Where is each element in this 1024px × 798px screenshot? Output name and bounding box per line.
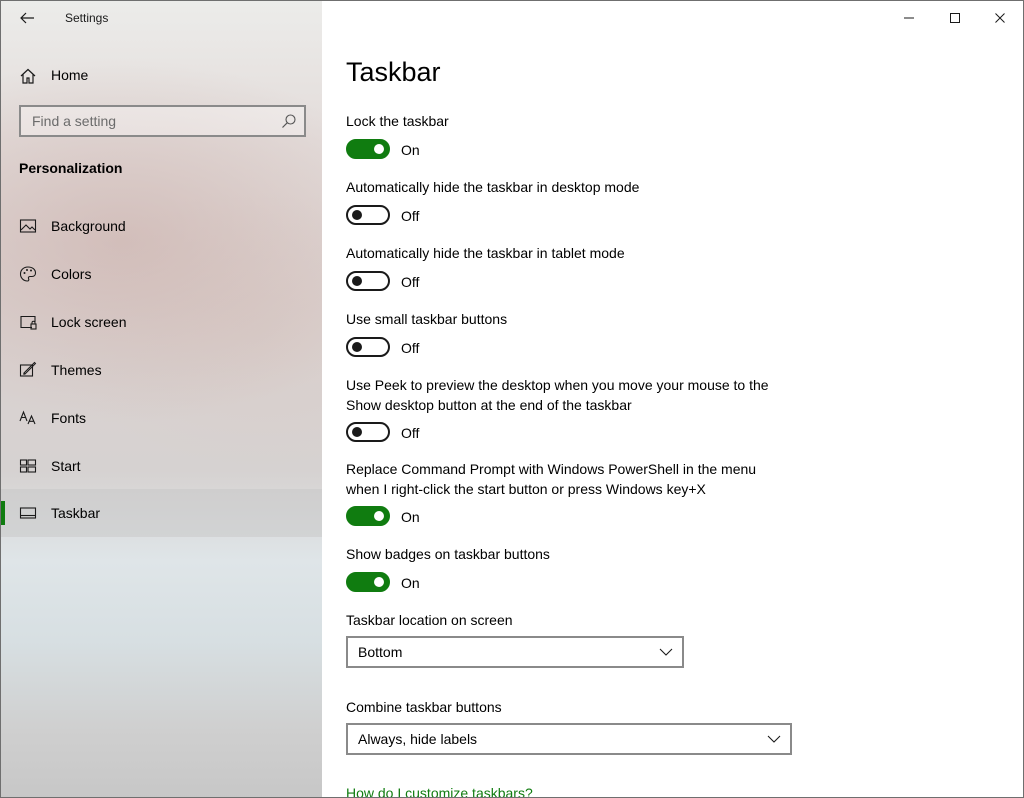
autohide-desktop-toggle[interactable]	[346, 205, 390, 225]
sidebar-item-taskbar[interactable]: Taskbar	[1, 489, 322, 537]
fonts-icon	[19, 410, 36, 425]
badges-toggle[interactable]	[346, 572, 390, 592]
sidebar-item-label: Lock screen	[51, 314, 127, 330]
toggle-knob	[374, 577, 384, 587]
toggle-state-text: Off	[401, 340, 420, 356]
selection-indicator	[1, 501, 5, 525]
close-button[interactable]	[977, 1, 1023, 35]
toggle-state-text: Off	[401, 274, 420, 290]
select-value: Bottom	[358, 644, 403, 660]
small-buttons-toggle[interactable]	[346, 337, 390, 357]
toggle-state-text: Off	[401, 208, 420, 224]
themes-icon	[19, 361, 37, 377]
toggle-state-text: Off	[401, 425, 420, 441]
sidebar-item-label: Themes	[51, 362, 102, 378]
lock-taskbar-toggle[interactable]	[346, 139, 390, 159]
title-bar-left: Settings	[1, 1, 322, 35]
close-icon	[995, 13, 1005, 23]
sidebar-item-label: Start	[51, 458, 81, 474]
back-button[interactable]	[15, 7, 39, 29]
toggle-state-text: On	[401, 509, 420, 525]
sidebar-item-colors[interactable]: Colors	[1, 250, 322, 298]
sidebar-item-lock-screen[interactable]: Lock screen	[1, 298, 322, 346]
maximize-button[interactable]	[932, 1, 978, 35]
taskbar-icon	[19, 507, 37, 519]
select-value: Always, hide labels	[358, 731, 478, 747]
toggle-state-text: On	[401, 575, 420, 591]
page-title: Taskbar	[346, 57, 441, 87]
combine-buttons-select[interactable]: Always, hide labels	[346, 723, 792, 755]
start-icon	[19, 459, 37, 473]
toggle-knob	[352, 210, 362, 220]
chevron-down-icon	[767, 735, 781, 743]
sidebar-item-themes[interactable]: Themes	[1, 346, 322, 394]
toggle-knob	[374, 511, 384, 521]
autohide-tablet-toggle[interactable]	[346, 271, 390, 291]
search-icon[interactable]	[281, 113, 297, 129]
setting-label-lock-taskbar: Lock the taskbar	[346, 113, 449, 129]
minimize-button[interactable]	[886, 1, 932, 35]
toggle-knob	[352, 276, 362, 286]
setting-label-combine: Combine taskbar buttons	[346, 699, 502, 715]
toggle-knob	[352, 427, 362, 437]
powershell-toggle[interactable]	[346, 506, 390, 526]
toggle-knob	[374, 144, 384, 154]
setting-label-small-buttons: Use small taskbar buttons	[346, 311, 508, 327]
help-link[interactable]: How do I customize taskbars?	[346, 785, 533, 797]
section-header: Personalization	[19, 160, 123, 176]
minimize-icon	[904, 17, 914, 19]
sidebar-item-home[interactable]: Home	[1, 59, 322, 91]
lock-screen-icon	[20, 315, 37, 330]
home-icon	[20, 68, 36, 84]
sidebar-item-label: Home	[51, 67, 89, 83]
palette-icon	[19, 266, 37, 282]
settings-window: Settings Home Personalization Background	[0, 0, 1024, 798]
taskbar-location-select[interactable]: Bottom	[346, 636, 684, 668]
sidebar: Settings Home Personalization Background	[1, 1, 322, 797]
sidebar-item-start[interactable]: Start	[1, 442, 322, 490]
peek-toggle[interactable]	[346, 422, 390, 442]
toggle-knob	[352, 342, 362, 352]
picture-icon	[19, 219, 37, 233]
sidebar-item-label: Colors	[51, 266, 92, 282]
chevron-down-icon	[659, 648, 673, 656]
sidebar-item-label: Taskbar	[51, 505, 101, 521]
search-input[interactable]	[21, 107, 271, 135]
setting-label-powershell: Replace Command Prompt with Windows Powe…	[346, 461, 757, 497]
setting-label-autohide-desktop: Automatically hide the taskbar in deskto…	[346, 179, 640, 195]
sidebar-item-background[interactable]: Background	[1, 202, 322, 250]
setting-label-badges: Show badges on taskbar buttons	[346, 546, 550, 562]
back-arrow-icon	[20, 12, 34, 24]
setting-label-location: Taskbar location on screen	[346, 612, 513, 628]
sidebar-item-label: Fonts	[51, 410, 87, 426]
maximize-icon	[950, 13, 960, 23]
sidebar-item-fonts[interactable]: Fonts	[1, 394, 322, 442]
app-title: Settings	[65, 11, 109, 25]
main-content: Taskbar Lock the taskbar On Automaticall…	[322, 1, 1023, 797]
setting-label-autohide-tablet: Automatically hide the taskbar in tablet…	[346, 245, 625, 261]
search-box[interactable]	[19, 105, 306, 137]
setting-label-peek: Use Peek to preview the desktop when you…	[346, 377, 769, 413]
sidebar-item-label: Background	[51, 218, 126, 234]
toggle-state-text: On	[401, 142, 420, 158]
